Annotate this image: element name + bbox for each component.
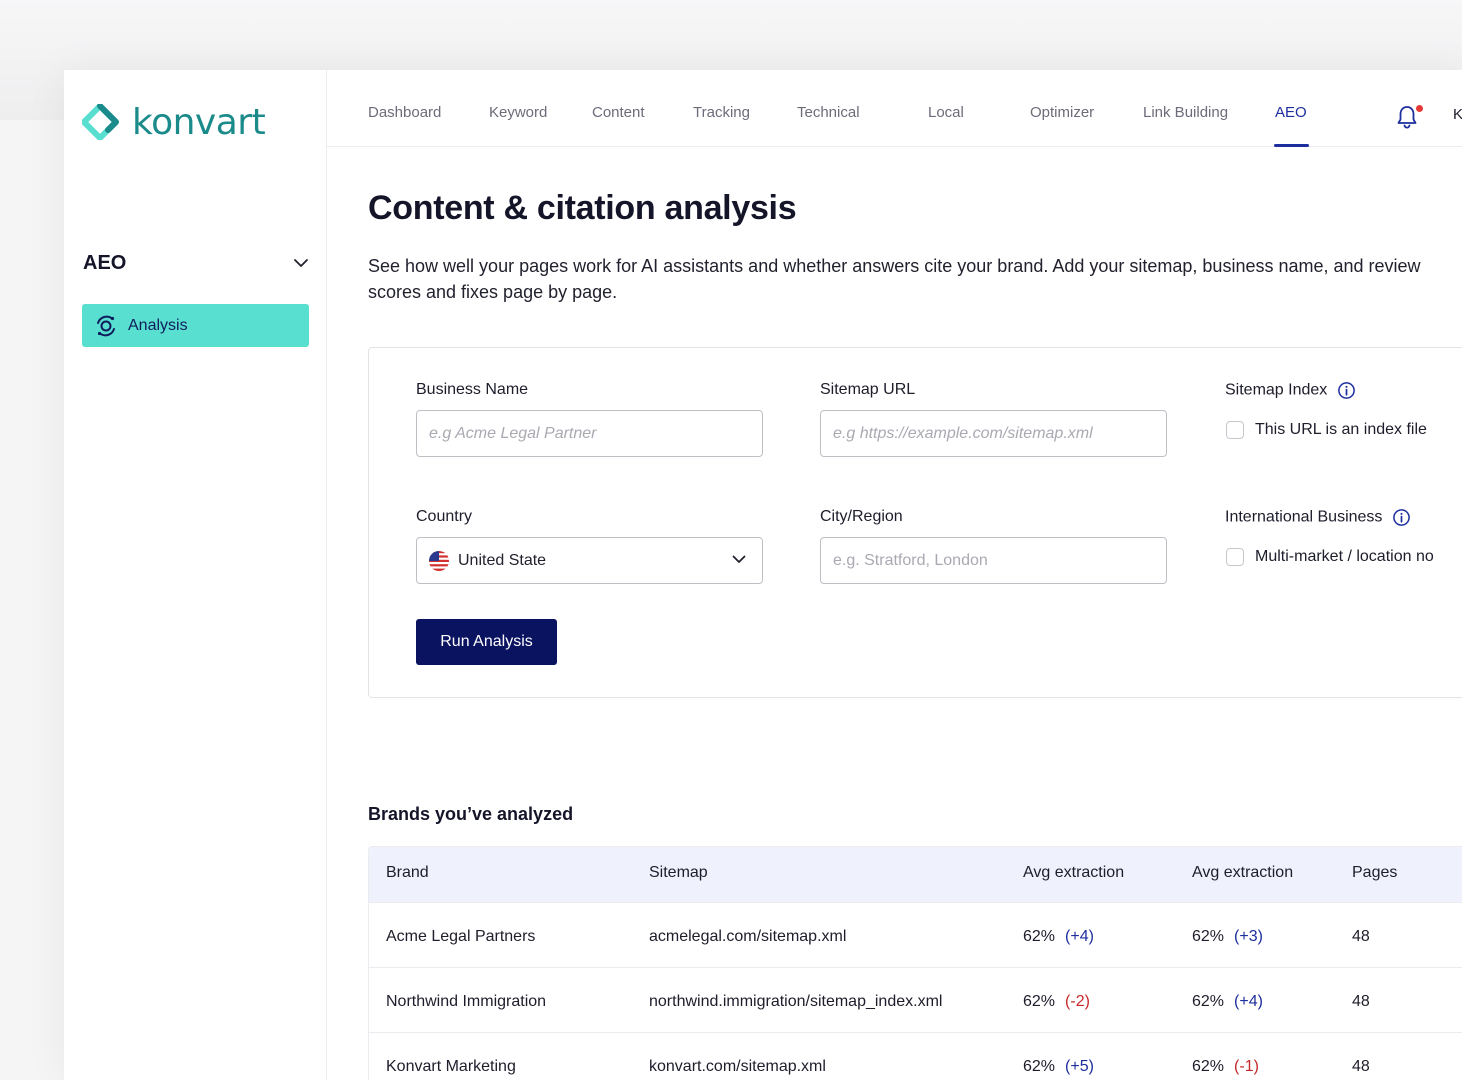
sidebar-item-label: Analysis bbox=[128, 316, 188, 334]
table-body: Acme Legal Partners acmelegal.com/sitemap… bbox=[369, 902, 1462, 1080]
cell-avg-extraction: 62% (+4) bbox=[1023, 928, 1094, 946]
app-window: konvart AEO Analysis Dashboard Keyword C… bbox=[64, 70, 1462, 1080]
sitemap-index-label: Sitemap Index bbox=[1225, 381, 1356, 400]
tab-optimizer[interactable]: Optimizer bbox=[1030, 104, 1094, 121]
change-delta: (-2) bbox=[1065, 993, 1090, 1010]
sitemap-url-input[interactable]: e.g https://example.com/sitemap.xml bbox=[820, 410, 1167, 457]
sidebar: konvart AEO Analysis bbox=[64, 70, 327, 1080]
cell-sitemap-value: acmelegal.com/sitemap.xml bbox=[649, 928, 847, 945]
analysis-icon bbox=[97, 315, 115, 336]
business-name-input[interactable]: e.g Acme Legal Partner bbox=[416, 410, 763, 457]
tab-technical[interactable]: Technical bbox=[797, 104, 860, 121]
cell-sitemap-value: northwind.immigration/sitemap_index.xml bbox=[649, 993, 943, 1010]
page-title: Content & citation analysis bbox=[368, 189, 797, 227]
sitemap-url-label: Sitemap URL bbox=[820, 381, 916, 398]
cell-brand-value: Acme Legal Partners bbox=[386, 928, 536, 945]
sitemap-index-checkbox-label: This URL is an index file bbox=[1255, 421, 1427, 438]
cell-brand: Acme Legal Partners bbox=[386, 928, 535, 946]
column-header-brand: Brand bbox=[386, 864, 429, 881]
table-row[interactable]: Acme Legal Partners acmelegal.com/sitemap… bbox=[369, 902, 1462, 967]
column-header-pages: Pages bbox=[1352, 864, 1398, 881]
konvart-logo-icon bbox=[82, 104, 119, 140]
tab-dashboard[interactable]: Dashboard bbox=[368, 104, 441, 121]
tab-tracking[interactable]: Tracking bbox=[693, 104, 750, 121]
run-analysis-button[interactable]: Run Analysis bbox=[416, 619, 557, 665]
notification-dot bbox=[1416, 105, 1423, 112]
cell-avg-extraction-2-value: 62% bbox=[1192, 1058, 1225, 1075]
cell-avg-extraction-value: 62% bbox=[1023, 993, 1056, 1010]
tab-local[interactable]: Local bbox=[928, 104, 964, 121]
cell-avg-extraction-2: 62% (-1) bbox=[1192, 1058, 1259, 1076]
chevron-down-icon bbox=[294, 259, 308, 267]
cell-brand-value: Konvart Marketing bbox=[386, 1058, 516, 1075]
cell-sitemap-value: konvart.com/sitemap.xml bbox=[649, 1058, 826, 1075]
analysis-form: Business Name e.g Acme Legal Partner Sit… bbox=[368, 347, 1462, 698]
us-flag-icon bbox=[429, 550, 449, 571]
chevron-down-icon bbox=[732, 555, 746, 563]
city-region-label: City/Region bbox=[820, 508, 903, 525]
cell-brand: Konvart Marketing bbox=[386, 1058, 516, 1076]
international-business-label: International Business bbox=[1225, 508, 1411, 527]
logo[interactable]: konvart bbox=[82, 101, 266, 143]
logo-text: konvart bbox=[132, 101, 266, 143]
cell-pages-value: 48 bbox=[1352, 1058, 1370, 1075]
user-menu[interactable]: K bbox=[1453, 106, 1462, 123]
cell-avg-extraction-value: 62% bbox=[1023, 1058, 1056, 1075]
country-label: Country bbox=[416, 508, 473, 525]
cell-pages: 48 bbox=[1352, 993, 1370, 1011]
cell-pages: 48 bbox=[1352, 928, 1370, 946]
page-description: See how well your pages work for AI assi… bbox=[368, 256, 1421, 302]
tab-link-building[interactable]: Link Building bbox=[1143, 104, 1228, 121]
table-row[interactable]: Northwind Immigration northwind.immigrati… bbox=[369, 967, 1462, 1032]
tab-content[interactable]: Content bbox=[592, 104, 645, 121]
cell-sitemap: acmelegal.com/sitemap.xml bbox=[649, 928, 846, 946]
cell-sitemap: northwind.immigration/sitemap_index.xml bbox=[649, 993, 942, 1011]
tab-keyword[interactable]: Keyword bbox=[489, 104, 547, 121]
column-header-avg-extraction: Avg extraction bbox=[1023, 864, 1125, 881]
international-checkbox-label: Multi-market / location no bbox=[1255, 548, 1434, 565]
change-delta: (-1) bbox=[1234, 1058, 1259, 1075]
main-content: Content & citation analysis See how well… bbox=[368, 147, 1462, 1080]
sidebar-section-aeo[interactable]: AEO bbox=[83, 248, 309, 278]
change-delta: (+5) bbox=[1065, 1058, 1094, 1075]
cell-brand-value: Northwind Immigration bbox=[386, 993, 547, 1010]
cell-avg-extraction-value: 62% bbox=[1023, 928, 1056, 945]
cell-pages-value: 48 bbox=[1352, 928, 1370, 945]
brands-table: Brand Sitemap Avg extraction Avg extract… bbox=[368, 846, 1462, 1080]
brands-section-title: Brands you’ve analyzed bbox=[368, 804, 574, 824]
city-region-input[interactable]: e.g. Stratford, London bbox=[820, 537, 1167, 584]
international-checkbox-row[interactable]: Multi-market / location no bbox=[1226, 548, 1434, 566]
sitemap-index-label-text: Sitemap Index bbox=[1225, 381, 1328, 399]
country-select[interactable]: United State bbox=[416, 537, 763, 584]
cell-pages: 48 bbox=[1352, 1058, 1370, 1076]
country-value: United State bbox=[458, 551, 547, 569]
sitemap-index-checkbox-row[interactable]: This URL is an index file bbox=[1226, 421, 1427, 439]
cell-avg-extraction-2: 62% (+3) bbox=[1192, 928, 1263, 946]
cell-avg-extraction: 62% (+5) bbox=[1023, 1058, 1094, 1076]
change-delta: (+4) bbox=[1065, 928, 1094, 945]
table-header: Brand Sitemap Avg extraction Avg extract… bbox=[369, 847, 1462, 902]
international-checkbox[interactable] bbox=[1226, 548, 1244, 566]
info-icon[interactable] bbox=[1392, 508, 1411, 527]
column-header-avg-extraction-2: Avg extraction bbox=[1192, 864, 1294, 881]
sidebar-item-analysis[interactable]: Analysis bbox=[82, 304, 309, 347]
cell-avg-extraction-2-value: 62% bbox=[1192, 993, 1225, 1010]
top-navigation: Dashboard Keyword Content Tracking Techn… bbox=[327, 70, 1462, 147]
cell-pages-value: 48 bbox=[1352, 993, 1370, 1010]
cell-avg-extraction: 62% (-2) bbox=[1023, 993, 1090, 1011]
cell-avg-extraction-2-value: 62% bbox=[1192, 928, 1225, 945]
column-header-sitemap: Sitemap bbox=[649, 864, 708, 881]
sidebar-section-title: AEO bbox=[83, 251, 127, 274]
change-delta: (+4) bbox=[1234, 993, 1263, 1010]
tab-aeo[interactable]: AEO bbox=[1275, 104, 1307, 121]
cell-brand: Northwind Immigration bbox=[386, 993, 546, 1011]
sitemap-index-checkbox[interactable] bbox=[1226, 421, 1244, 439]
cell-sitemap: konvart.com/sitemap.xml bbox=[649, 1058, 826, 1076]
info-icon[interactable] bbox=[1337, 381, 1356, 400]
table-row[interactable]: Konvart Marketing konvart.com/sitemap.xml… bbox=[369, 1032, 1462, 1080]
international-business-label-text: International Business bbox=[1225, 508, 1383, 526]
change-delta: (+3) bbox=[1234, 928, 1263, 945]
cell-avg-extraction-2: 62% (+4) bbox=[1192, 993, 1263, 1011]
business-name-label: Business Name bbox=[416, 381, 529, 398]
